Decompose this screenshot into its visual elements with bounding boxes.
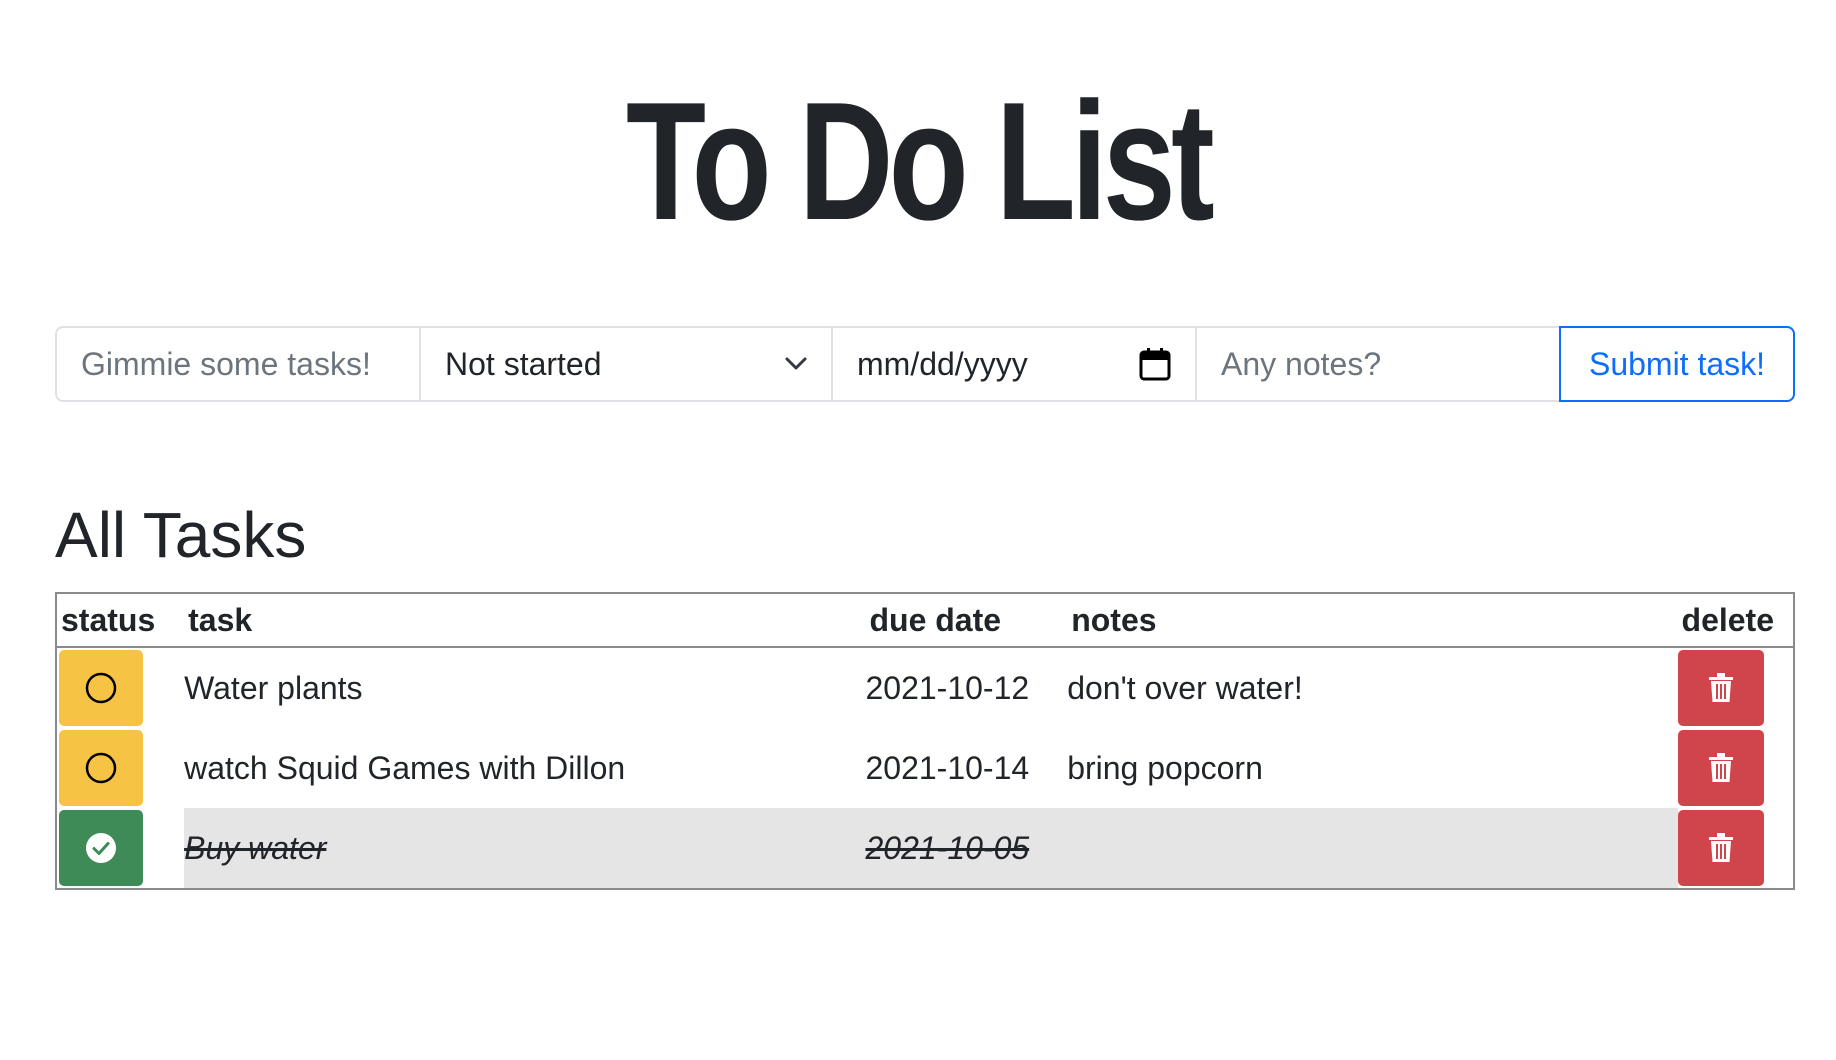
task-name: watch Squid Games with Dillon xyxy=(184,749,626,786)
page-title: To Do List xyxy=(625,67,1215,255)
chevron-down-icon xyxy=(785,357,807,370)
status-toggle-button[interactable] xyxy=(59,650,143,726)
submit-task-button[interactable]: Submit task! xyxy=(1559,326,1795,402)
trash-icon xyxy=(1708,753,1733,782)
add-task-form: Gimmie some tasks! Not started mm/dd/yyy… xyxy=(55,326,1795,402)
table-row-completed: Buy water 2021-10-05 xyxy=(56,808,1794,889)
circle-icon xyxy=(85,752,117,784)
section-title: All Tasks xyxy=(55,499,307,571)
header-task: task xyxy=(184,593,866,648)
delete-button[interactable] xyxy=(1677,810,1764,886)
header-notes: notes xyxy=(1067,593,1678,648)
trash-icon xyxy=(1708,673,1733,702)
notes-input[interactable]: Any notes? xyxy=(1195,326,1559,402)
notes-input-placeholder: Any notes? xyxy=(1221,345,1382,382)
due-date-input[interactable]: mm/dd/yyyy xyxy=(831,326,1195,402)
due-date-placeholder: mm/dd/yyyy xyxy=(857,345,1028,382)
delete-button[interactable] xyxy=(1677,650,1764,726)
status-toggle-button[interactable] xyxy=(59,810,143,886)
header-delete: delete xyxy=(1677,593,1794,648)
task-due-date: 2021-10-14 xyxy=(865,749,1030,786)
task-due-date: 2021-10-12 xyxy=(865,669,1030,706)
task-input-placeholder: Gimmie some tasks! xyxy=(81,345,371,382)
tasks-table: status task due date notes delete Water … xyxy=(55,592,1795,890)
task-notes: don't over water! xyxy=(1067,669,1303,706)
task-input[interactable]: Gimmie some tasks! xyxy=(55,326,419,402)
header-due-date: due date xyxy=(865,593,1068,648)
circle-icon xyxy=(85,672,117,704)
delete-button[interactable] xyxy=(1677,730,1764,806)
calendar-icon[interactable] xyxy=(1139,347,1171,381)
task-name: Buy water xyxy=(184,808,866,889)
table-header-row: status task due date notes delete xyxy=(56,593,1794,648)
status-select[interactable]: Not started xyxy=(419,326,831,402)
status-select-value: Not started xyxy=(445,345,602,382)
check-circle-icon xyxy=(86,833,116,863)
task-due-date: 2021-10-05 xyxy=(865,808,1068,889)
task-notes xyxy=(1067,808,1678,889)
trash-icon xyxy=(1708,833,1733,862)
task-notes: bring popcorn xyxy=(1067,749,1263,786)
status-toggle-button[interactable] xyxy=(59,730,143,806)
task-name: Water plants xyxy=(184,669,363,706)
table-row: Water plants 2021-10-12 don't over water… xyxy=(56,647,1794,728)
table-row: watch Squid Games with Dillon 2021-10-14… xyxy=(56,728,1794,808)
header-status: status xyxy=(56,593,185,648)
